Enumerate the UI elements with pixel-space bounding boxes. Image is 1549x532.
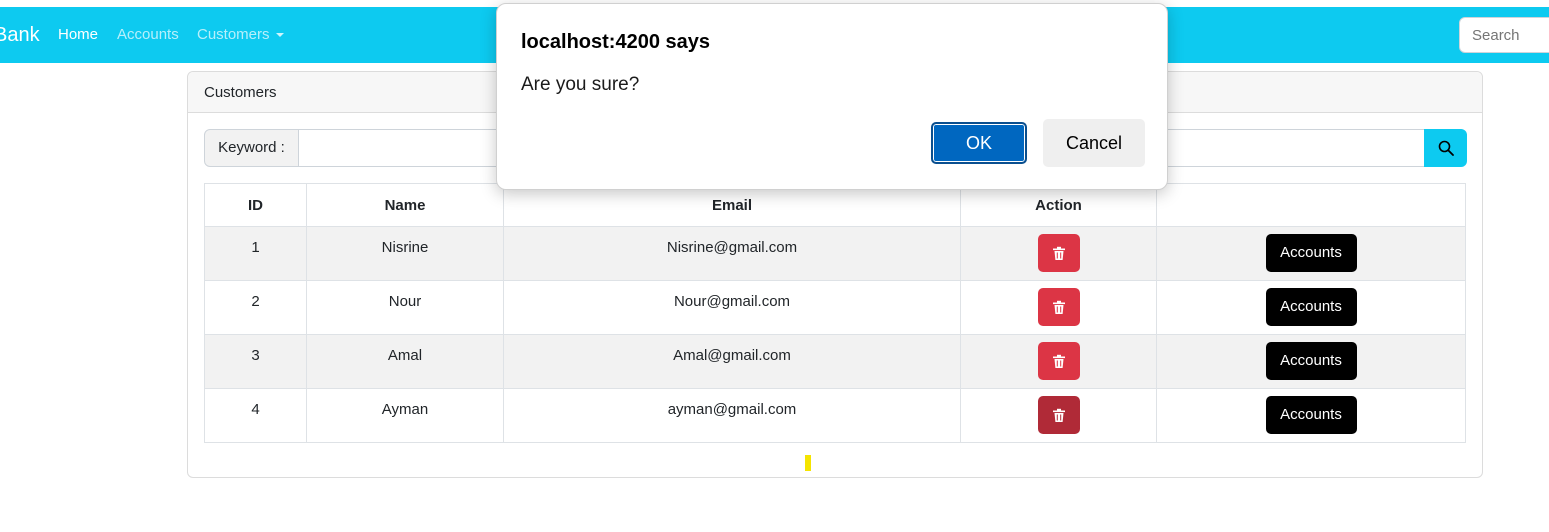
cell-name: Ayman [306, 388, 504, 443]
delete-button[interactable] [1037, 396, 1080, 434]
cell-id: 1 [204, 226, 307, 281]
cell-id: 3 [204, 334, 307, 389]
cell-email: Nisrine@gmail.com [503, 226, 961, 281]
cell-id: 4 [204, 388, 307, 443]
accounts-button[interactable]: Accounts [1265, 342, 1357, 380]
delete-button[interactable] [1037, 342, 1080, 380]
table-row: 1 Nisrine Nisrine@gmail.com Accounts [204, 226, 1466, 281]
dialog-title: localhost:4200 says [521, 31, 710, 53]
delete-button[interactable] [1037, 288, 1080, 326]
cell-name: Amal [306, 334, 504, 389]
column-header-accounts [1156, 183, 1466, 227]
table-row: 2 Nour Nour@gmail.com Accounts [204, 280, 1466, 335]
cell-accounts: Accounts [1156, 226, 1466, 281]
cell-email: ayman@gmail.com [503, 388, 961, 443]
nav-dropdown-customers[interactable]: Customers [197, 26, 284, 43]
text-cursor-marker [805, 455, 811, 471]
delete-button[interactable] [1037, 234, 1080, 272]
cell-action [960, 388, 1157, 443]
search-button[interactable] [1424, 129, 1467, 167]
trash-icon [1052, 408, 1065, 422]
cell-action [960, 334, 1157, 389]
cell-id: 2 [204, 280, 307, 335]
column-header-name: Name [306, 183, 504, 227]
nav-link-home[interactable]: Home [58, 26, 98, 43]
chevron-down-icon [275, 33, 284, 38]
cell-name: Nour [306, 280, 504, 335]
customers-table: ID Name Email Action 1 Nisrine Nisrine@g… [204, 183, 1466, 443]
accounts-button[interactable]: Accounts [1265, 234, 1357, 272]
ok-button[interactable]: OK [931, 122, 1027, 164]
table-row: 4 Ayman ayman@gmail.com Accounts [204, 388, 1466, 443]
confirm-dialog: localhost:4200 says Are you sure? OK Can… [496, 3, 1168, 190]
cell-accounts: Accounts [1156, 334, 1466, 389]
cell-accounts: Accounts [1156, 280, 1466, 335]
accounts-button[interactable]: Accounts [1265, 288, 1357, 326]
accounts-button[interactable]: Accounts [1265, 396, 1357, 434]
cancel-button[interactable]: Cancel [1043, 119, 1145, 167]
nav-dropdown-customers-label: Customers [197, 26, 270, 43]
navbar-brand[interactable]: Bank [0, 24, 40, 47]
trash-icon [1052, 300, 1065, 314]
cell-action [960, 226, 1157, 281]
trash-icon [1052, 354, 1065, 368]
cell-accounts: Accounts [1156, 388, 1466, 443]
cell-email: Nour@gmail.com [503, 280, 961, 335]
search-icon [1438, 140, 1454, 156]
keyword-label: Keyword : [204, 129, 299, 167]
cell-email: Amal@gmail.com [503, 334, 961, 389]
trash-icon [1052, 246, 1065, 260]
navbar-search-input[interactable] [1459, 17, 1549, 53]
column-header-id: ID [204, 183, 307, 227]
cell-name: Nisrine [306, 226, 504, 281]
dialog-message: Are you sure? [521, 74, 640, 95]
nav-link-accounts[interactable]: Accounts [117, 26, 179, 43]
table-row: 3 Amal Amal@gmail.com Accounts [204, 334, 1466, 389]
cell-action [960, 280, 1157, 335]
